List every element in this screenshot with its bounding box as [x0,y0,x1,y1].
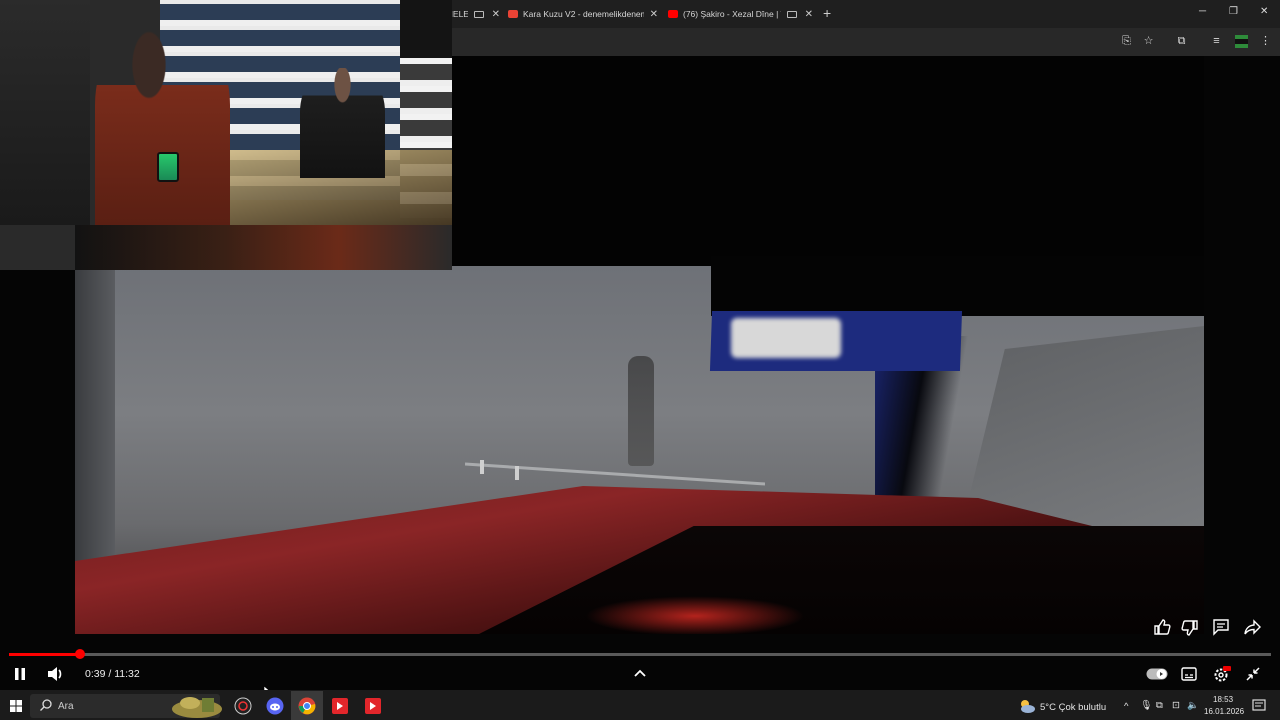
comments-icon[interactable] [1212,618,1230,636]
tab-audio-icon [473,10,484,18]
search-icon [40,697,52,715]
progress-bar[interactable] [9,649,1271,659]
profile-avatar-icon[interactable] [1235,35,1248,48]
app-icon-red-1[interactable] [331,697,349,715]
new-tab-button[interactable]: + [823,5,831,21]
tab-close-icon[interactable]: ✕ [650,9,658,20]
webcam-person-shopkeeper [300,68,385,178]
search-highlight-image [170,693,224,718]
tab-close-icon[interactable]: ✕ [805,9,813,20]
dislike-icon[interactable] [1181,619,1199,637]
search-placeholder: Ara [58,701,74,712]
webcam-lower-strip [75,225,452,270]
minimize-icon[interactable]: ─ [1199,6,1206,17]
media-control-icon[interactable]: ≡ [1210,35,1223,48]
progress-scrubber[interactable] [74,649,85,659]
bookmark-star-icon[interactable]: ☆ [1142,35,1155,48]
pause-button[interactable] [13,667,27,681]
weather-cloud-icon[interactable] [1018,697,1036,715]
video-player[interactable] [0,0,1280,690]
speaker-icon[interactable]: 🔈 [1187,700,1199,711]
microphone-icon[interactable]: 🎙 [1140,700,1152,711]
progress-played [9,653,80,656]
volume-icon[interactable] [47,666,65,682]
mirror-glass [731,318,841,358]
tray-chevron-up-icon[interactable]: ^ [1124,701,1128,712]
tab-close-icon[interactable]: ✕ [492,9,500,20]
tab-2-title: Kara Kuzu V2 - denemelikdenem [523,9,644,19]
webcam-overlay [0,0,452,270]
close-window-icon[interactable]: ✕ [1260,6,1268,17]
tab-3-title: (76) Şakiro - Xezal Dîne | Tü [683,9,781,19]
shadow-figure [628,356,654,466]
exit-fullscreen-icon[interactable] [1246,667,1260,681]
webcam-phone [157,152,179,182]
windows-start-icon[interactable] [10,697,22,715]
tab-2[interactable]: Kara Kuzu V2 - denemelikdenem ✕ [508,4,658,24]
time-display: 0:39 / 11:32 [85,668,140,680]
youtube-icon [668,10,678,18]
install-app-icon[interactable]: ⎘ [1120,35,1133,48]
chrome-app-icon[interactable] [291,691,323,720]
browser-menu-icon[interactable]: ⋮ [1259,35,1272,48]
duration: 11:32 [114,668,140,680]
weather-text[interactable]: 5°C Çok bulutlu [1040,702,1106,713]
tray-app-icon[interactable]: ⧉ [1156,700,1163,711]
app-icon-red-2[interactable] [364,697,382,715]
chevron-up-icon[interactable] [633,668,647,678]
settings-gear-icon[interactable] [1213,666,1231,683]
like-icon[interactable] [1153,618,1171,636]
network-icon[interactable]: ⊡ [1172,700,1180,711]
tab-3[interactable]: (76) Şakiro - Xezal Dîne | Tü ✕ [668,4,813,24]
webcam-person-streamer [95,25,230,225]
webcam-corner [400,0,452,58]
autoplay-toggle[interactable] [1146,668,1168,680]
current-time: 0:39 [85,668,106,680]
discord-app-icon[interactable] [266,697,284,715]
obs-app-icon[interactable] [234,697,252,715]
gmail-icon [508,10,518,18]
share-icon[interactable] [1244,618,1262,636]
sky-shadow [711,256,1204,316]
time-separator: / [105,668,115,680]
tab-audio-icon [786,10,797,18]
subtitles-icon[interactable] [1181,667,1197,681]
notifications-icon[interactable] [1252,697,1266,715]
dashboard-light [585,596,805,634]
webcam-wall [0,0,90,225]
guardrail [465,460,765,486]
restore-icon[interactable]: ❐ [1229,6,1238,17]
extensions-icon[interactable]: ⧉ [1175,35,1188,48]
clock-date[interactable]: 16.01.2026 [1204,707,1244,716]
clock-time[interactable]: 18:53 [1213,695,1233,704]
